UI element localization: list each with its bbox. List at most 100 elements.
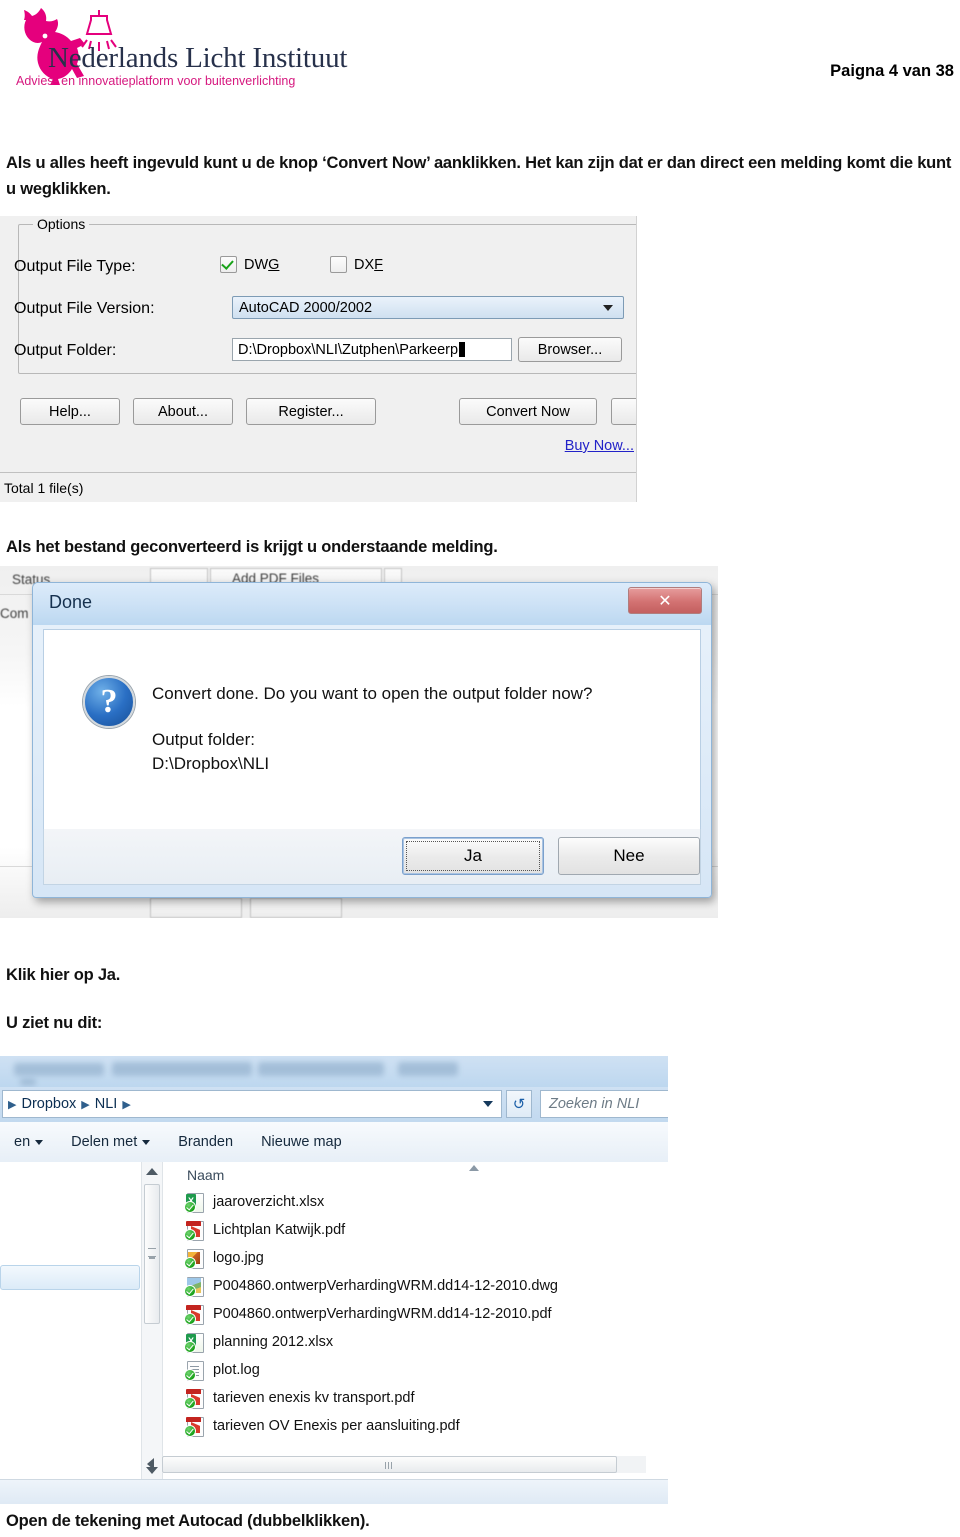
dwg-checkbox-label: DWG xyxy=(244,256,280,273)
register-button[interactable]: Register... xyxy=(246,398,376,425)
dialog-output-folder: Output folder: D:\Dropbox\NLI xyxy=(152,728,269,776)
address-bar[interactable]: ▶ Dropbox ▶ NLI ▶ xyxy=(2,1090,502,1118)
help-button[interactable]: Help... xyxy=(20,398,120,425)
pdf-file-icon xyxy=(184,1304,205,1325)
file-row[interactable]: Lichtplan Katwijk.pdf xyxy=(163,1216,668,1244)
toolbar-item-new-folder[interactable]: Nieuwe map xyxy=(247,1134,356,1150)
chevron-right-icon: ▶ xyxy=(8,1098,17,1111)
ja-button[interactable]: Ja xyxy=(402,837,544,875)
converter-status-bar: Total 1 file(s) xyxy=(0,472,636,502)
file-row[interactable]: P004860.ontwerpVerhardingWRM.dd14-12-201… xyxy=(163,1300,668,1328)
page-header: Nederlands Licht Instituut Advies- en in… xyxy=(0,0,960,108)
bg-label-com: Com xyxy=(0,606,29,621)
done-dialog-screenshot: Status Com Add PDF Files Done ✕ Convert … xyxy=(0,566,718,918)
output-folder-input[interactable]: D:\Dropbox\NLI\Zutphen\Parkeerp xyxy=(232,338,512,361)
logo-title: Nederlands Licht Instituut xyxy=(48,42,348,74)
file-row[interactable]: Xplanning 2012.xlsx xyxy=(163,1328,668,1356)
file-name: tarieven enexis kv transport.pdf xyxy=(213,1390,415,1406)
paragraph-click-ja: Klik hier op Ja. xyxy=(6,966,121,984)
done-dialog: Done ✕ Convert done. Do you want to open… xyxy=(32,582,712,898)
search-input[interactable]: Zoeken in NLI xyxy=(540,1090,668,1118)
buy-now-link[interactable]: Buy Now... xyxy=(565,438,634,454)
output-file-version-value: AutoCAD 2000/2002 xyxy=(239,299,373,316)
file-name: plot.log xyxy=(213,1362,260,1378)
close-icon[interactable]: ✕ xyxy=(628,587,702,614)
address-dropdown-icon[interactable] xyxy=(483,1101,493,1107)
about-button[interactable]: About... xyxy=(133,398,233,425)
output-folder-value: D:\Dropbox\NLI\Zutphen\Parkeerp xyxy=(238,341,459,358)
explorer-bottom-bar xyxy=(0,1479,668,1504)
nav-selected-item[interactable] xyxy=(0,1265,140,1290)
file-name: logo.jpg xyxy=(213,1250,264,1266)
scrollbar-thumb[interactable] xyxy=(144,1184,160,1324)
file-row[interactable]: tarieven enexis kv transport.pdf xyxy=(163,1384,668,1412)
output-folder-label: Output Folder: xyxy=(14,342,117,359)
scroll-up-icon[interactable] xyxy=(146,1168,158,1175)
output-file-version-label: Output File Version: xyxy=(14,300,155,317)
paragraph-intro: Als u alles heeft ingevuld kunt u de kno… xyxy=(6,154,952,198)
paragraph-open-drawing: Open de tekening met Autocad (dubbelklik… xyxy=(6,1512,370,1530)
file-name: Lichtplan Katwijk.pdf xyxy=(213,1222,346,1238)
dwg-file-icon xyxy=(184,1276,205,1297)
convert-now-button[interactable]: Convert Now xyxy=(459,398,597,425)
file-row[interactable]: plot.log xyxy=(163,1356,668,1384)
toolbar-new-folder-label: Nieuwe map xyxy=(261,1134,342,1150)
question-icon xyxy=(83,676,135,728)
chevron-right-icon: ▶ xyxy=(122,1098,131,1111)
file-row[interactable]: P004860.ontwerpVerhardingWRM.dd14-12-201… xyxy=(163,1272,668,1300)
dxf-checkbox[interactable]: DXF xyxy=(330,256,383,273)
options-group-label: Options xyxy=(33,216,90,232)
toolbar-item-organize[interactable]: en xyxy=(0,1134,57,1150)
chevron-down-icon xyxy=(35,1139,44,1145)
output-folder-caption: Output folder: xyxy=(152,730,256,749)
column-header-label: Naam xyxy=(187,1167,225,1183)
xlsx-file-icon: X xyxy=(184,1192,205,1213)
browser-button[interactable]: Browser... xyxy=(518,337,622,362)
navigation-pane xyxy=(0,1162,142,1480)
file-row[interactable]: Xjaaroverzicht.xlsx xyxy=(163,1188,668,1216)
breadcrumb-item-dropbox[interactable]: Dropbox xyxy=(21,1096,76,1112)
toolbar-item-share-with[interactable]: Delen met xyxy=(57,1134,164,1150)
log-file-icon xyxy=(184,1360,205,1381)
toolbar-item-burn[interactable]: Branden xyxy=(164,1134,247,1150)
paragraph-after-options: Als het bestand geconverteerd is krijgt … xyxy=(6,538,498,556)
checkmark-icon xyxy=(220,256,237,273)
dxf-checkbox-label: DXF xyxy=(354,256,384,273)
explorer-main: Naam Xjaaroverzicht.xlsx Lichtplan Katwij… xyxy=(0,1162,668,1480)
toolbar-burn-label: Branden xyxy=(178,1134,234,1150)
chevron-right-icon: ▶ xyxy=(81,1098,90,1111)
explorer-toolbar: en Delen met Branden Nieuwe map xyxy=(0,1122,668,1163)
dialog-titlebar: Done ✕ xyxy=(33,583,711,625)
jpg-file-icon xyxy=(184,1248,205,1269)
toolbar-share-label: Delen met xyxy=(71,1134,138,1150)
hscroll-track[interactable] xyxy=(162,1455,646,1473)
output-file-version-select[interactable]: AutoCAD 2000/2002 xyxy=(232,296,624,319)
ja-button-label: Ja xyxy=(464,846,482,865)
file-name: P004860.ontwerpVerhardingWRM.dd14-12-201… xyxy=(213,1278,558,1294)
converter-options-screenshot: Options Output File Type: Output File Ve… xyxy=(0,216,637,502)
dialog-message: Convert done. Do you want to open the ou… xyxy=(152,684,593,703)
xlsx-file-icon: X xyxy=(184,1332,205,1353)
chevron-down-icon xyxy=(603,304,613,311)
sort-ascending-icon xyxy=(469,1165,479,1171)
horizontal-scrollbar[interactable] xyxy=(141,1454,646,1474)
text-caret xyxy=(459,342,466,357)
dwg-checkbox[interactable]: DWG xyxy=(220,256,279,273)
output-folder-path: D:\Dropbox\NLI xyxy=(152,754,270,773)
pdf-file-icon xyxy=(184,1416,205,1437)
file-list-pane: Naam Xjaaroverzicht.xlsx Lichtplan Katwij… xyxy=(163,1162,668,1480)
file-name: P004860.ontwerpVerhardingWRM.dd14-12-201… xyxy=(213,1306,552,1322)
file-row[interactable]: logo.jpg xyxy=(163,1244,668,1272)
refresh-icon[interactable]: ↺ xyxy=(506,1090,532,1118)
scroll-left-icon[interactable] xyxy=(147,1458,154,1470)
paragraph-you-see: U ziet nu dit: xyxy=(6,1014,103,1032)
hscrollbar-thumb[interactable] xyxy=(162,1455,617,1473)
windows-explorer-screenshot: ▶ Dropbox ▶ NLI ▶ ↺ Zoeken in NLI en Del… xyxy=(0,1056,668,1504)
cut-off-button[interactable] xyxy=(611,398,636,425)
vertical-scrollbar[interactable] xyxy=(142,1162,163,1480)
page-number: Paigna 4 van 38 xyxy=(830,62,954,80)
file-row[interactable]: tarieven OV Enexis per aansluiting.pdf xyxy=(163,1412,668,1440)
column-header-naam[interactable]: Naam xyxy=(163,1162,668,1188)
breadcrumb-item-nli[interactable]: NLI xyxy=(95,1096,118,1112)
nee-button[interactable]: Nee xyxy=(558,837,700,875)
